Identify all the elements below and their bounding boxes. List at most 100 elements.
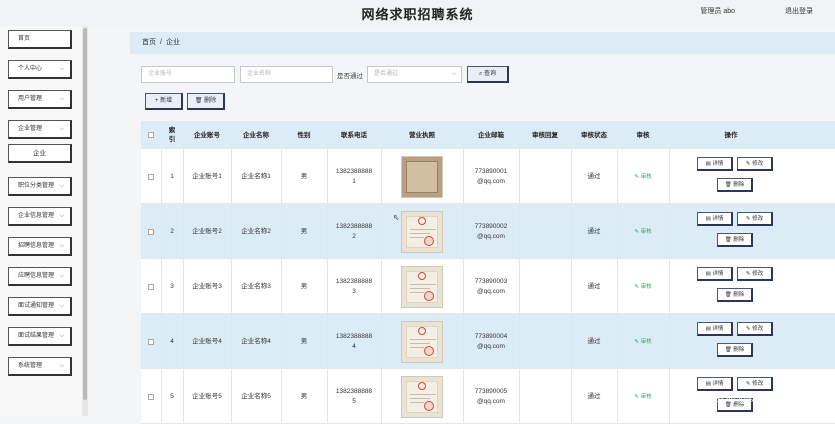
logout-link[interactable]: 退出登录 bbox=[785, 6, 813, 16]
column-divider bbox=[183, 149, 184, 203]
sidebar-item-user-management[interactable]: 用户管理 ⌵ bbox=[8, 90, 72, 109]
chevron-down-icon: ⌵ bbox=[59, 363, 64, 369]
sidebar-item-personal-center[interactable]: 个人中心 ⌵ bbox=[8, 60, 72, 79]
cell-license bbox=[381, 149, 463, 204]
audit-link[interactable]: ✎ 审核 bbox=[634, 337, 651, 347]
cell-name: 企业名称3 bbox=[231, 259, 281, 314]
row-checkbox[interactable] bbox=[148, 228, 154, 235]
cell-email: 773890004 @qq.com bbox=[463, 314, 519, 369]
sidebar-item-interview-notice[interactable]: 面试通知管理 ⌵ bbox=[8, 297, 72, 316]
cell-gender-text: 男 bbox=[300, 282, 308, 290]
cell-name-text: 企业名称2 bbox=[241, 227, 271, 235]
license-line bbox=[410, 342, 430, 344]
row-checkbox[interactable] bbox=[148, 338, 154, 345]
business-license-image[interactable] bbox=[401, 210, 443, 253]
sidebar-item-enterprise-management[interactable]: 企业管理 ⌵ bbox=[8, 120, 72, 139]
license-line bbox=[410, 236, 424, 238]
cell-gender-text: 男 bbox=[300, 227, 308, 235]
select-all-checkbox[interactable] bbox=[148, 132, 154, 138]
delete-button[interactable]: 🗑 删除 bbox=[717, 233, 753, 247]
cell-audit-status: 通过 bbox=[571, 149, 617, 204]
passed-filter-select[interactable]: 是否通过 ⌵ bbox=[367, 66, 462, 83]
audit-link[interactable]: ✎ 审核 bbox=[634, 282, 651, 292]
audit-link[interactable]: ✎ 审核 bbox=[634, 392, 651, 402]
sidebar-item-label: 职位分类管理 bbox=[18, 183, 55, 189]
cell-gender: 男 bbox=[281, 149, 327, 204]
row-checkbox-cell[interactable] bbox=[141, 204, 161, 259]
chevron-down-icon: ⌵ bbox=[59, 303, 64, 309]
row-checkbox[interactable] bbox=[148, 393, 154, 400]
detail-button[interactable]: ▤ 详情 bbox=[697, 377, 733, 391]
column-divider bbox=[381, 314, 382, 368]
row-checkbox[interactable] bbox=[148, 173, 154, 180]
audit-link[interactable]: ✎ 审核 bbox=[634, 172, 651, 182]
cell-account-text: 企业账号3 bbox=[192, 282, 222, 290]
detail-button-label: 详情 bbox=[712, 216, 724, 222]
column-divider bbox=[183, 369, 184, 423]
trash-icon: 🗑 bbox=[724, 347, 734, 353]
passed-filter-placeholder: 是否通过 bbox=[374, 71, 399, 77]
cell-operations: ▤ 详情 ✎ 修改 🗑 删除 bbox=[669, 149, 793, 204]
delete-button[interactable]: 🗑 删除 bbox=[717, 343, 753, 357]
sidebar-scrollbar-thumb[interactable] bbox=[83, 28, 87, 400]
cell-audit-status-text: 通过 bbox=[587, 337, 601, 345]
business-license-image[interactable] bbox=[401, 375, 443, 418]
sidebar-item-label: 企业管理 bbox=[18, 126, 43, 132]
cell-name-text: 企业名称3 bbox=[241, 282, 271, 290]
edit-button[interactable]: ✎ 修改 bbox=[737, 212, 773, 226]
detail-button[interactable]: ▤ 详情 bbox=[697, 322, 733, 336]
business-license-image[interactable] bbox=[401, 155, 443, 198]
column-divider bbox=[519, 149, 520, 203]
license-stamp bbox=[424, 235, 434, 246]
sidebar-item-recruitment-info[interactable]: 招聘信息管理 ⌵ bbox=[8, 237, 72, 256]
row-checkbox[interactable] bbox=[148, 283, 154, 290]
column-divider bbox=[617, 204, 618, 258]
delete-button[interactable]: 🗑 删除 bbox=[717, 178, 753, 192]
business-license-image[interactable] bbox=[401, 265, 443, 308]
sidebar-item-interview-result[interactable]: 面试结果管理 ⌵ bbox=[8, 327, 72, 346]
sidebar-item-home[interactable]: 首页 bbox=[8, 30, 72, 49]
detail-button-label: 详情 bbox=[712, 271, 724, 277]
edit-button[interactable]: ✎ 修改 bbox=[737, 267, 773, 281]
col-audit-status: 审核状态 bbox=[581, 131, 607, 139]
delete-button[interactable]: 🗑 删除 bbox=[717, 288, 753, 302]
column-divider bbox=[571, 149, 572, 203]
cell-account-text: 企业账号1 bbox=[192, 172, 222, 180]
detail-button[interactable]: ▤ 详情 bbox=[697, 267, 733, 281]
col-index: 索引 bbox=[168, 127, 176, 143]
name-search-input[interactable]: 企业名称 bbox=[240, 66, 333, 83]
account-search-input[interactable]: 企业账号 bbox=[141, 66, 235, 83]
edit-button[interactable]: ✎ 修改 bbox=[737, 377, 773, 391]
select-all-checkbox-cell[interactable] bbox=[141, 121, 161, 149]
audit-link[interactable]: ✎ 审核 bbox=[634, 227, 651, 237]
chevron-down-icon: ⌵ bbox=[59, 273, 64, 279]
sidebar-item-system-management[interactable]: 系统管理 ⌵ bbox=[8, 357, 72, 376]
license-line bbox=[410, 397, 430, 399]
business-license-image[interactable] bbox=[401, 320, 443, 363]
column-divider bbox=[617, 314, 618, 368]
edit-button[interactable]: ✎ 修改 bbox=[737, 322, 773, 336]
audit-link-label: 审核 bbox=[640, 338, 652, 345]
edit-button[interactable]: ✎ 修改 bbox=[737, 157, 773, 171]
breadcrumb-home[interactable]: 首页 bbox=[142, 39, 156, 46]
sidebar-subitem-enterprise[interactable]: 企业 bbox=[8, 144, 72, 163]
cell-audit: ✎ 审核 bbox=[617, 314, 669, 369]
cell-audit-reply bbox=[519, 149, 571, 204]
license-seal bbox=[418, 326, 426, 335]
table-row: 3 企业账号3 企业名称3 男 1382388888 3 773890003 @qq.co… bbox=[141, 259, 835, 314]
cell-gender-text: 男 bbox=[300, 172, 308, 180]
detail-button[interactable]: ▤ 详情 bbox=[697, 212, 733, 226]
sidebar-item-label: 应聘信息管理 bbox=[18, 273, 55, 279]
cell-index-text: 2 bbox=[170, 227, 174, 235]
row-checkbox-cell[interactable] bbox=[141, 314, 161, 369]
row-checkbox-cell[interactable] bbox=[141, 259, 161, 314]
cell-name-text: 企业名称5 bbox=[241, 392, 271, 400]
sidebar-item-enterprise-info[interactable]: 企业信息管理 ⌵ bbox=[8, 207, 72, 226]
sidebar-item-job-category[interactable]: 职位分类管理 ⌵ bbox=[8, 177, 72, 196]
row-checkbox-cell[interactable] bbox=[141, 149, 161, 204]
column-divider bbox=[231, 204, 232, 258]
search-button[interactable]: ⌕ 查询 bbox=[467, 66, 509, 83]
sidebar-item-application-info[interactable]: 应聘信息管理 ⌵ bbox=[8, 267, 72, 286]
column-divider bbox=[381, 369, 382, 423]
detail-button[interactable]: ▤ 详情 bbox=[697, 157, 733, 171]
